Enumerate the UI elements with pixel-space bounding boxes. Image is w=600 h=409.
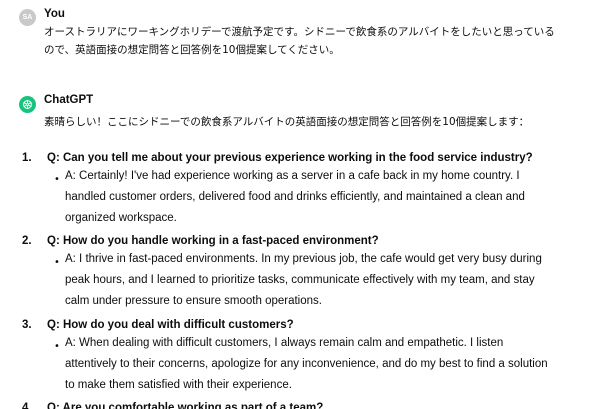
bullet-icon: • (54, 174, 60, 185)
user-author-name: You (44, 8, 65, 20)
qa-answer: A: I thrive in fast-paced environments. … (65, 253, 542, 307)
qa-number: 2. (22, 235, 32, 247)
qa-number: 3. (22, 319, 32, 331)
qa-question: Q: Can you tell me about your previous e… (47, 152, 533, 164)
qa-question: Q: How do you deal with difficult custom… (47, 319, 294, 331)
qa-question: Q: How do you handle working in a fast-p… (47, 235, 379, 247)
chat-page: SA You オーストラリアにワーキングホリデーで渡航予定です。シドニーで飲食系… (0, 0, 600, 409)
bullet-icon: • (54, 257, 60, 268)
user-message-text: オーストラリアにワーキングホリデーで渡航予定です。シドニーで飲食系のアルバイトを… (44, 26, 555, 56)
assistant-author-name: ChatGPT (44, 94, 94, 106)
qa-number: 1. (22, 152, 32, 164)
qa-question: Q: Are you comfortable working as part o… (47, 402, 324, 409)
assistant-intro-text: 素晴らしい！ここにシドニーでの飲食系アルバイトの英語面接の想定問答と回答例を10… (44, 116, 530, 128)
chatgpt-logo-icon (19, 96, 36, 113)
bullet-icon: • (54, 341, 60, 352)
qa-answer: A: When dealing with difficult customers… (65, 337, 548, 391)
qa-number: 4. (22, 402, 32, 409)
qa-answer: A: Certainly! I've had experience workin… (65, 170, 525, 224)
user-avatar: SA (19, 9, 36, 26)
